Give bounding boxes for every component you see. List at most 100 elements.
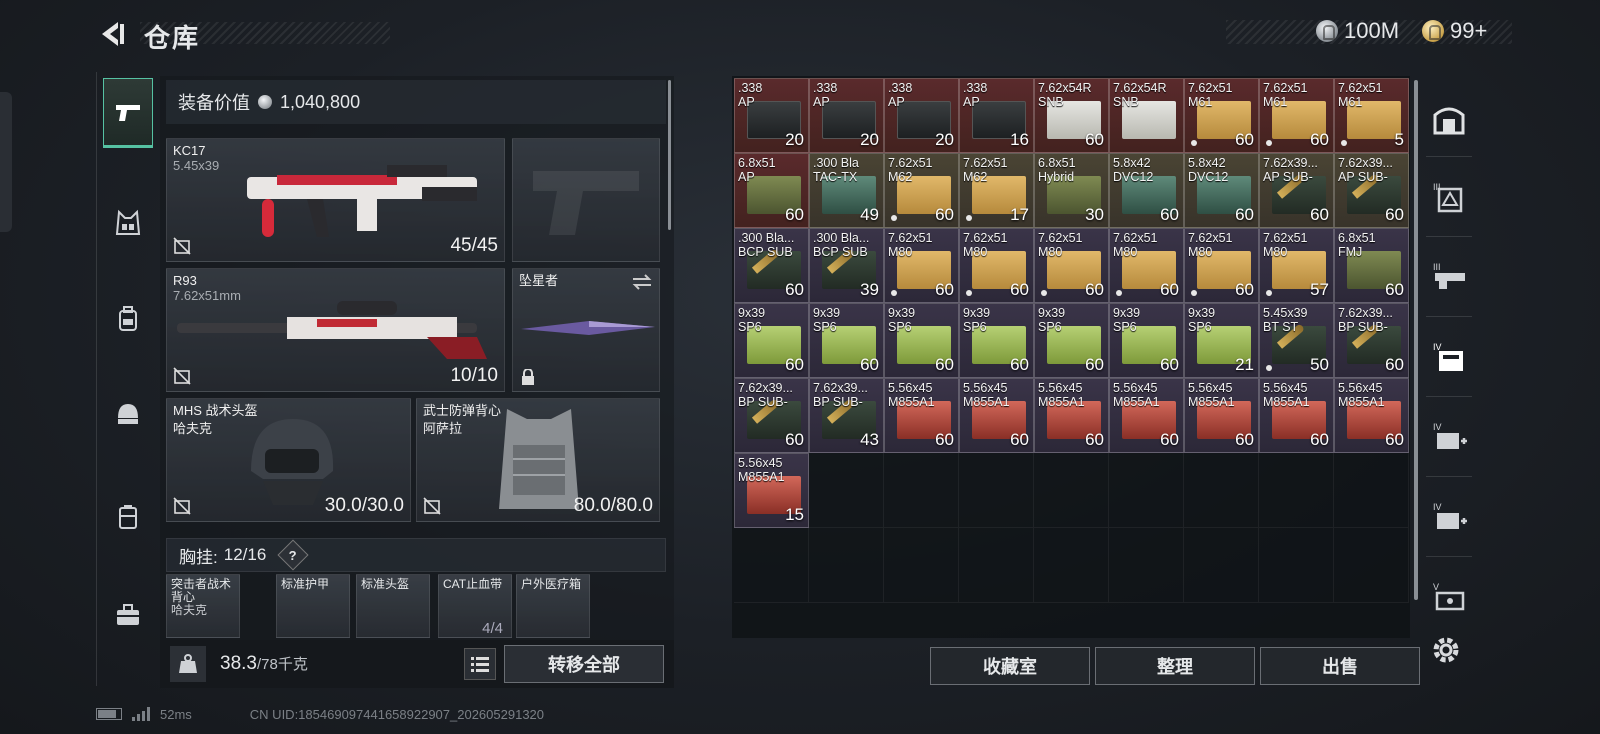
ammo-item[interactable]: 9x39 SP6 60 <box>1109 303 1184 378</box>
grid-cell[interactable]: 7.62x51 M62 60 <box>884 153 959 228</box>
ammo-item[interactable]: 7.62x51 M80 60 <box>884 228 959 303</box>
grid-cell[interactable]: .338 AP 16 <box>959 78 1034 153</box>
grid-cell[interactable]: 7.62x39... AP SUB- 60 <box>1259 153 1334 228</box>
ammo-item[interactable]: 7.62x51 M80 60 <box>1034 228 1109 303</box>
ammo-item[interactable]: 7.62x51 M61 60 <box>1184 78 1259 153</box>
ammo-item[interactable]: 9x39 SP6 60 <box>809 303 884 378</box>
grid-cell[interactable]: 5.56x45 M855A1 60 <box>1034 378 1109 453</box>
rig-slot-1[interactable]: 突击者战术背心 哈夫克 <box>166 574 240 638</box>
grid-cell[interactable]: 5.56x45 M855A1 15 <box>734 453 809 528</box>
ammo-item[interactable]: 7.62x51 M80 57 <box>1259 228 1334 303</box>
grid-cell[interactable] <box>959 453 1034 528</box>
ammo-item[interactable]: 7.62x51 M62 17 <box>959 153 1034 228</box>
melee-slot[interactable]: 坠星者 <box>512 268 660 392</box>
grid-cell[interactable]: 7.62x51 M80 60 <box>884 228 959 303</box>
gold-currency[interactable]: 99+ <box>1422 18 1487 44</box>
grid-cell[interactable]: .338 AP 20 <box>809 78 884 153</box>
grid-cell[interactable]: 7.62x51 M80 57 <box>1259 228 1334 303</box>
grid-cell[interactable]: 9x39 SP6 60 <box>1109 303 1184 378</box>
grid-cell[interactable]: 5.56x45 M855A1 60 <box>1184 378 1259 453</box>
grid-cell[interactable]: 6.8x51 AP 60 <box>734 153 809 228</box>
ammo-item[interactable]: 7.62x54R SNB 60 <box>1034 78 1109 153</box>
tab-weapons[interactable] <box>103 78 153 148</box>
grid-cell[interactable] <box>809 528 884 603</box>
ammo-item[interactable]: .338 AP 20 <box>884 78 959 153</box>
rig-slot-3[interactable]: 标准头盔 <box>356 574 430 638</box>
ammo-item[interactable]: 7.62x39... BP SUB- 60 <box>734 378 809 453</box>
grid-cell[interactable]: 6.8x51 FMJ 60 <box>1334 228 1409 303</box>
ammo-item[interactable]: 7.62x39... BP SUB- 60 <box>1334 303 1409 378</box>
armor-slot[interactable]: 武士防弹背心 阿萨拉 80.0/80.0 <box>416 398 660 522</box>
rig-slot-5[interactable]: 户外医疗箱 <box>516 574 590 638</box>
ammo-item[interactable]: 7.62x51 M80 60 <box>959 228 1034 303</box>
grid-cell[interactable]: 6.8x51 Hybrid 30 <box>1034 153 1109 228</box>
ammo-item[interactable]: 5.56x45 M855A1 60 <box>884 378 959 453</box>
grid-cell[interactable]: 5.56x45 M855A1 60 <box>959 378 1034 453</box>
grid-cell[interactable]: 9x39 SP6 60 <box>959 303 1034 378</box>
ammo-item[interactable]: 7.62x51 M61 5 <box>1334 78 1409 153</box>
ammo-item[interactable]: 5.45x39 BT ST 50 <box>1259 303 1334 378</box>
grid-cell[interactable] <box>1109 453 1184 528</box>
ammo-item[interactable]: 9x39 SP6 60 <box>959 303 1034 378</box>
grid-cell[interactable] <box>1109 528 1184 603</box>
ammo-item[interactable]: 5.56x45 M855A1 15 <box>734 453 809 528</box>
rig-slot-2[interactable]: 标准护甲 <box>276 574 350 638</box>
ammo-item[interactable]: 7.62x51 M80 60 <box>1109 228 1184 303</box>
tab-tier-5-case[interactable]: V <box>1424 572 1474 622</box>
grid-cell[interactable]: 7.62x51 M80 60 <box>1184 228 1259 303</box>
ammo-item[interactable]: 6.8x51 FMJ 60 <box>1334 228 1409 303</box>
ammo-item[interactable]: .338 AP 16 <box>959 78 1034 153</box>
ammo-item[interactable]: 5.56x45 M855A1 60 <box>1184 378 1259 453</box>
tab-tier-3-container[interactable]: III <box>1424 172 1474 222</box>
grid-cell[interactable]: 7.62x51 M80 60 <box>1034 228 1109 303</box>
ammo-item[interactable]: 6.8x51 Hybrid 30 <box>1034 153 1109 228</box>
grid-cell[interactable]: .338 AP 20 <box>884 78 959 153</box>
rig-slot-4[interactable]: CAT止血带 4/4 <box>438 574 512 638</box>
grid-cell[interactable]: 9x39 SP6 60 <box>809 303 884 378</box>
grid-cell[interactable]: 5.8x42 DVC12 60 <box>1184 153 1259 228</box>
ammo-item[interactable]: .300 Bla... BCP SUB 39 <box>809 228 884 303</box>
grid-cell[interactable]: 7.62x51 M80 60 <box>959 228 1034 303</box>
ammo-item[interactable]: 5.56x45 M855A1 60 <box>1109 378 1184 453</box>
grid-cell[interactable] <box>884 453 959 528</box>
sort-button[interactable]: 整理 <box>1095 647 1255 685</box>
list-view-button[interactable] <box>464 648 496 680</box>
ammo-item[interactable]: 7.62x51 M61 60 <box>1259 78 1334 153</box>
ammo-item[interactable]: 7.62x54R SNB <box>1109 78 1184 153</box>
grid-cell[interactable] <box>1334 528 1409 603</box>
ammo-item[interactable]: 5.8x42 DVC12 60 <box>1184 153 1259 228</box>
ammo-item[interactable]: 7.62x39... BP SUB- 43 <box>809 378 884 453</box>
grid-cell[interactable]: 5.56x45 M855A1 60 <box>1259 378 1334 453</box>
grid-cell[interactable]: 9x39 SP6 60 <box>734 303 809 378</box>
tab-helmet[interactable] <box>103 378 153 448</box>
grid-cell[interactable]: .300 Bla... BCP SUB 39 <box>809 228 884 303</box>
grid-cell[interactable]: .300 Bla TAC-TX 49 <box>809 153 884 228</box>
tab-toolbox[interactable] <box>103 580 153 650</box>
tab-tier-4-medkit-b[interactable]: IV <box>1424 492 1474 542</box>
ammo-item[interactable]: 7.62x51 M80 60 <box>1184 228 1259 303</box>
ammo-item[interactable]: 7.62x39... AP SUB- 60 <box>1334 153 1409 228</box>
ammo-item[interactable]: 7.62x39... AP SUB- 60 <box>1259 153 1334 228</box>
grid-cell[interactable]: 5.56x45 M855A1 60 <box>884 378 959 453</box>
grid-cell[interactable]: 7.62x51 M61 60 <box>1184 78 1259 153</box>
tab-main-storage[interactable] <box>1424 94 1474 144</box>
grid-cell[interactable]: 7.62x39... BP SUB- 60 <box>1334 303 1409 378</box>
equipment-scrollbar[interactable] <box>668 80 671 230</box>
primary-weapon-slot[interactable]: KC17 5.45x39 45/45 <box>166 138 505 262</box>
back-arrow-icon[interactable] <box>96 18 128 50</box>
pistol-slot-empty[interactable] <box>512 138 660 262</box>
grid-cell[interactable]: 5.45x39 BT ST 50 <box>1259 303 1334 378</box>
grid-cell[interactable] <box>1184 528 1259 603</box>
grid-cell[interactable] <box>1334 453 1409 528</box>
ammo-item[interactable]: 9x39 SP6 60 <box>734 303 809 378</box>
grid-cell[interactable]: 9x39 SP6 60 <box>884 303 959 378</box>
grid-cell[interactable]: 5.56x45 M855A1 60 <box>1334 378 1409 453</box>
ammo-item[interactable]: 5.56x45 M855A1 60 <box>1034 378 1109 453</box>
grid-cell[interactable]: 5.8x42 DVC12 60 <box>1109 153 1184 228</box>
ammo-item[interactable]: 9x39 SP6 60 <box>1034 303 1109 378</box>
grid-cell[interactable]: 7.62x39... BP SUB- 60 <box>734 378 809 453</box>
ammo-item[interactable]: 9x39 SP6 60 <box>884 303 959 378</box>
tab-case[interactable] <box>103 482 153 552</box>
grid-cell[interactable] <box>884 528 959 603</box>
grid-cell[interactable]: .300 Bla... BCP SUB 60 <box>734 228 809 303</box>
